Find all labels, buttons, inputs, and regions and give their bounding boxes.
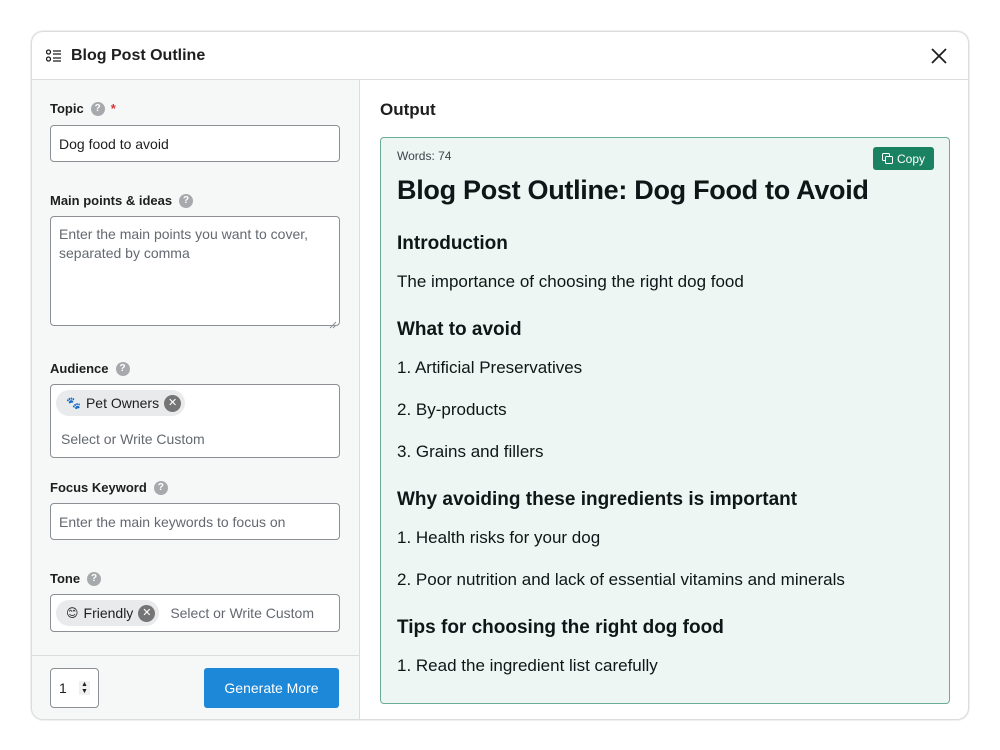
copy-button[interactable]: Copy [873,147,934,170]
tone-token-field[interactable]: 😊 Friendly ✕ Select or Write Custom [50,594,340,632]
close-icon[interactable] [928,45,950,67]
tone-input[interactable]: Select or Write Custom [170,605,314,621]
output-paragraph: The importance of choosing the right dog… [397,272,744,291]
blog-outline-dialog: Blog Post Outline Topic ? * Dog food to … [31,31,969,720]
topic-input[interactable]: Dog food to avoid [50,125,340,162]
output-paragraph: 1. Read the ingredient list carefully [397,656,658,675]
output-panel: Output Words: 74 Copy Blog Post Outline:… [360,80,968,719]
required-marker: * [110,101,116,116]
output-paragraph: 1. Artificial Preservatives [397,358,583,377]
output-paragraph: 3. Grains and fillers [397,442,544,461]
output-paragraph: 1. Health risks for your dog [397,528,601,547]
spinner-arrows-icon[interactable]: ▲ ▼ [79,681,90,695]
help-icon[interactable]: ? [87,571,102,586]
help-icon[interactable]: ? [90,101,105,116]
main-points-textarea[interactable]: Enter the main points you want to cover,… [50,216,340,329]
topic-label: Topic ? * [50,101,116,116]
paw-icon: 🐾 [66,396,81,410]
output-section-heading: Introduction [397,233,508,254]
generate-more-button[interactable]: Generate More [204,668,339,708]
resize-handle-icon[interactable] [329,315,337,329]
audience-label: Audience ? [50,361,130,376]
copy-icon [881,153,893,164]
output-section-heading: What to avoid [397,319,522,340]
help-icon[interactable]: ? [115,361,130,376]
tone-token: 😊 Friendly ✕ [56,600,160,626]
audience-token: 🐾 Pet Owners ✕ [56,390,186,416]
remove-token-icon[interactable]: ✕ [164,394,182,412]
audience-token-field[interactable]: 🐾 Pet Owners ✕ Select or Write Custom [50,384,340,458]
smile-icon: 😊 [66,606,79,620]
help-icon[interactable]: ? [179,193,194,208]
output-title: Output [380,100,436,119]
dialog-title: Blog Post Outline [71,46,206,64]
count-number-input[interactable]: 1 ▲ ▼ [50,668,99,708]
output-paragraph: 2. By-products [397,400,507,419]
output-section-heading: Why avoiding these ingredients is import… [397,489,798,510]
output-section-heading: Tips for choosing the right dog food [397,617,724,638]
output-content: Blog Post Outline: Dog Food to Avoid Int… [397,175,933,696]
list-icon [45,48,62,63]
main-points-label: Main points & ideas ? [50,193,194,208]
output-box: Words: 74 Copy Blog Post Outline: Dog Fo… [380,137,950,704]
focus-keyword-input[interactable]: Enter the main keywords to focus on [50,503,340,540]
remove-token-icon[interactable]: ✕ [138,604,156,622]
word-count: Words: 74 [397,149,452,163]
tone-label: Tone ? [50,571,102,586]
focus-keyword-label: Focus Keyword ? [50,480,168,495]
form-panel: Topic ? * Dog food to avoid Main points … [32,80,360,719]
audience-input[interactable]: Select or Write Custom [61,431,334,447]
output-heading: Blog Post Outline: Dog Food to Avoid [397,175,869,205]
dialog-header: Blog Post Outline [32,32,968,80]
help-icon[interactable]: ? [153,480,168,495]
form-footer: 1 ▲ ▼ Generate More [32,655,359,719]
output-paragraph: 2. Poor nutrition and lack of essential … [397,570,845,589]
